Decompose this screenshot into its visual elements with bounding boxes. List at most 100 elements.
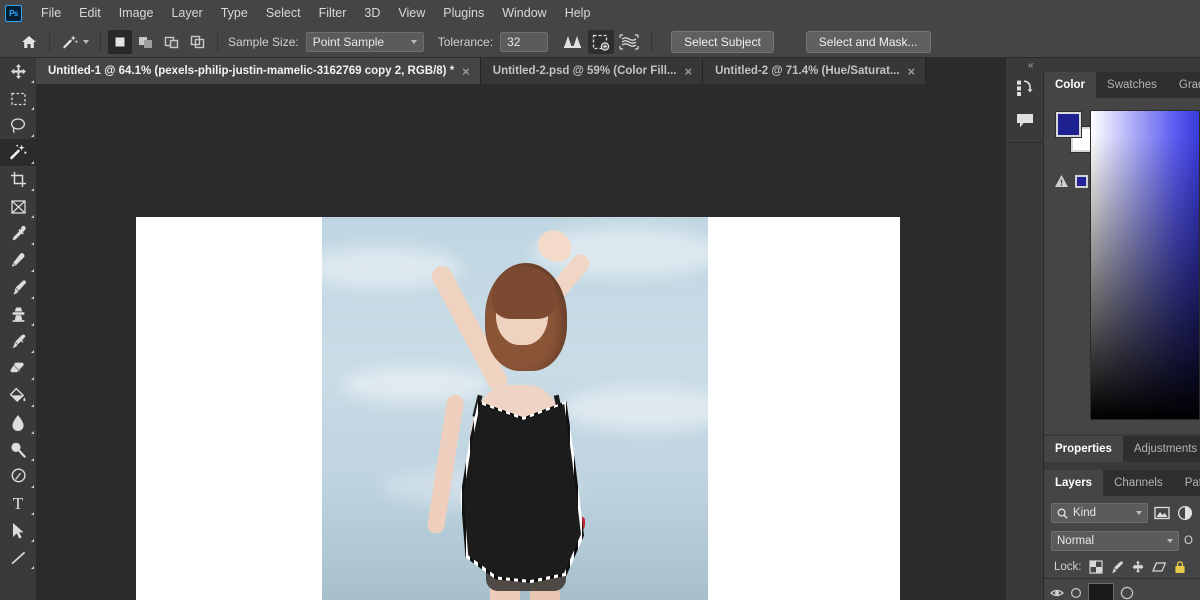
blend-mode-select[interactable]: Normal	[1051, 531, 1179, 551]
lowered-arm	[426, 393, 465, 535]
layer-link-icon[interactable]	[1070, 587, 1082, 599]
home-icon[interactable]	[16, 30, 42, 54]
sample-size-select[interactable]: Point Sample	[305, 31, 424, 52]
menu-item-image[interactable]: Image	[110, 2, 163, 24]
contiguous-toggle[interactable]	[588, 29, 615, 54]
document-canvas[interactable]	[136, 217, 900, 600]
tab-swatches[interactable]: Swatches	[1096, 72, 1168, 98]
tool-preset-picker[interactable]	[57, 30, 93, 54]
frame-tool[interactable]	[0, 193, 36, 220]
history-brush-tool[interactable]	[0, 328, 36, 355]
lock-image-pixels-icon[interactable]	[1110, 560, 1124, 574]
new-selection-button[interactable]	[108, 29, 132, 54]
lock-artboard-nesting-icon[interactable]	[1151, 560, 1167, 574]
close-icon[interactable]: ×	[462, 65, 470, 78]
layer-mask-icon[interactable]	[1120, 586, 1134, 600]
magic-wand-icon	[9, 144, 26, 160]
magic-wand-tool[interactable]	[0, 139, 36, 166]
in-gamut-color-swatch[interactable]	[1075, 174, 1088, 188]
eraser-tool[interactable]	[0, 355, 36, 382]
eraser-icon	[10, 362, 24, 373]
document-tab-label: Untitled-1 @ 64.1% (pexels-philip-justin…	[48, 65, 455, 77]
menu-item-filter[interactable]: Filter	[310, 2, 356, 24]
text-t-icon: T	[12, 493, 24, 513]
collapse-panels-button[interactable]: «	[1006, 58, 1200, 72]
tab-paths[interactable]: Paths	[1174, 470, 1200, 496]
close-icon[interactable]: ×	[685, 65, 693, 78]
tolerance-input[interactable]: 32	[500, 31, 549, 52]
tab-channels[interactable]: Channels	[1103, 470, 1174, 496]
lasso-tool[interactable]	[0, 112, 36, 139]
clone-stamp-tool[interactable]	[0, 301, 36, 328]
tool-more-indicator	[31, 296, 34, 299]
lock-all-icon[interactable]	[1174, 560, 1186, 574]
intersect-with-selection-button[interactable]	[186, 30, 210, 54]
document-tab-untitled-2[interactable]: Untitled-2 @ 71.4% (Hue/Saturat... ×	[703, 58, 927, 84]
layer-thumbnail[interactable]	[1088, 583, 1114, 600]
divider	[1006, 142, 1043, 143]
stacked-layers-icon	[619, 33, 639, 50]
menu-item-select[interactable]: Select	[257, 2, 310, 24]
close-icon[interactable]: ×	[907, 65, 915, 78]
document-tab-untitled-2-psd[interactable]: Untitled-2.psd @ 59% (Color Fill... ×	[480, 58, 704, 84]
tab-layers[interactable]: Layers	[1044, 470, 1104, 496]
menu-item-edit[interactable]: Edit	[70, 2, 110, 24]
tab-adjustments[interactable]: Adjustments	[1123, 436, 1200, 462]
menu-item-type[interactable]: Type	[212, 2, 257, 24]
line-tool[interactable]	[0, 544, 36, 571]
brush-icon	[12, 280, 26, 295]
layer-kind-filter[interactable]: Kind	[1051, 503, 1148, 523]
menu-item-layer[interactable]: Layer	[162, 2, 211, 24]
select-subject-button[interactable]: Select Subject	[671, 30, 774, 53]
document-tab-untitled-1[interactable]: Untitled-1 @ 64.1% (pexels-philip-justin…	[36, 58, 481, 84]
eyedropper-tool[interactable]	[0, 220, 36, 247]
blend-mode-value: Normal	[1057, 535, 1095, 547]
pixel-layer-filter-icon[interactable]	[1153, 504, 1171, 522]
sample-size-value: Point Sample	[312, 34, 385, 49]
path-selection-tool[interactable]	[0, 517, 36, 544]
tool-more-indicator	[31, 350, 34, 353]
dodge-tool[interactable]	[0, 436, 36, 463]
move-tool[interactable]	[0, 58, 36, 85]
sample-all-layers-toggle[interactable]	[616, 30, 642, 54]
menu-item-3d[interactable]: 3D	[355, 2, 389, 24]
menu-item-window[interactable]: Window	[493, 2, 555, 24]
color-picker-field[interactable]	[1090, 110, 1200, 420]
brush-tool[interactable]	[0, 274, 36, 301]
properties-panel-tabs: Properties Adjustments	[1044, 436, 1200, 462]
canvas-area[interactable]: ▲ ▼	[36, 84, 1046, 600]
spot-healing-brush-tool[interactable]	[0, 247, 36, 274]
menu-item-help[interactable]: Help	[556, 2, 600, 24]
foreground-color-swatch[interactable]	[1055, 111, 1082, 138]
history-icon[interactable]	[1006, 72, 1044, 104]
add-to-selection-button[interactable]	[134, 30, 158, 54]
panel-icon-rail	[1006, 72, 1044, 600]
layer-list-item[interactable]	[1044, 579, 1200, 600]
lock-label: Lock:	[1054, 561, 1082, 573]
anti-alias-toggle[interactable]	[560, 30, 586, 54]
comments-icon[interactable]	[1006, 104, 1044, 136]
tool-more-indicator	[31, 512, 34, 515]
menu-item-view[interactable]: View	[389, 2, 434, 24]
tab-properties[interactable]: Properties	[1044, 436, 1123, 462]
layer-visibility-icon[interactable]	[1050, 587, 1064, 599]
rectangular-marquee-tool[interactable]	[0, 85, 36, 112]
subtract-from-selection-button[interactable]	[160, 30, 184, 54]
gamut-warning[interactable]	[1054, 174, 1088, 188]
select-and-mask-button[interactable]: Select and Mask...	[805, 30, 931, 53]
crop-tool[interactable]	[0, 166, 36, 193]
pen-tool[interactable]	[0, 463, 36, 490]
lock-transparent-pixels-icon[interactable]	[1088, 560, 1103, 574]
type-tool[interactable]: T	[0, 490, 36, 517]
menu-item-plugins[interactable]: Plugins	[434, 2, 493, 24]
tab-color[interactable]: Color	[1044, 72, 1097, 98]
layer-filter-row: Kind	[1044, 496, 1200, 527]
tab-gradients[interactable]: Gradien	[1168, 72, 1200, 98]
gradient-tool[interactable]	[0, 382, 36, 409]
tools-panel: T	[0, 58, 36, 600]
adjustment-layer-filter-icon[interactable]	[1176, 504, 1194, 522]
menu-item-file[interactable]: File	[32, 2, 70, 24]
lock-position-icon[interactable]	[1131, 560, 1145, 574]
chevron-down-icon	[83, 39, 89, 44]
blur-tool[interactable]	[0, 409, 36, 436]
